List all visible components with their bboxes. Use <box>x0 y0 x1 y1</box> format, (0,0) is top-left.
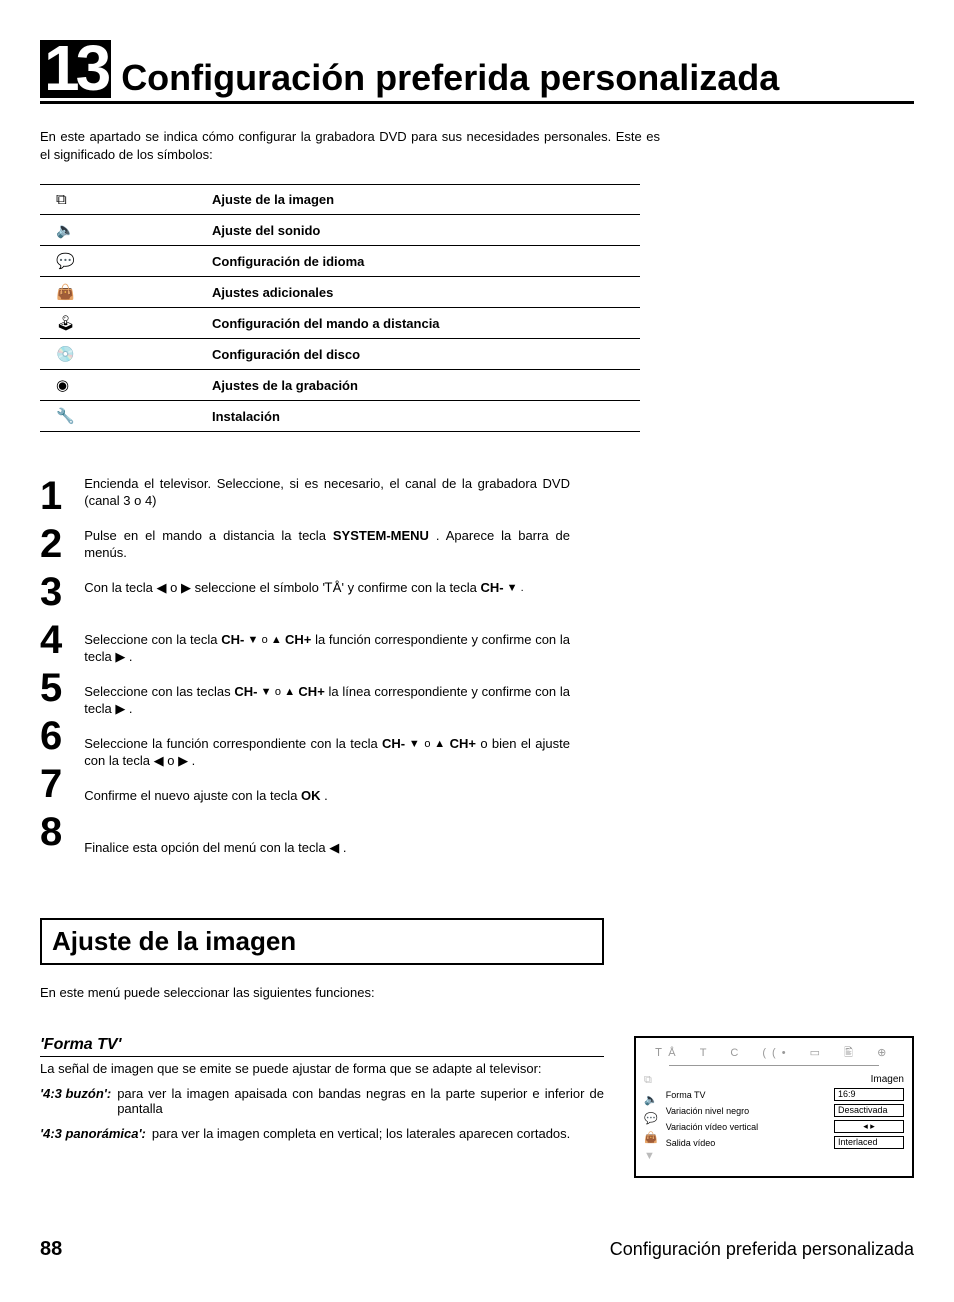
table-row: 🔈 Ajuste del sonido <box>40 215 640 246</box>
definition-row: '4:3 buzón': para ver la imagen apaisada… <box>40 1086 604 1116</box>
osd-side-icons: ⧉ 🔈 💬 👜 ▼ <box>644 1074 658 1162</box>
osd-top-icons: ᎢÅ T C ((• ▭ 🖺 ⊕ <box>644 1044 904 1063</box>
section-title: Ajuste de la imagen <box>40 918 604 965</box>
osd-value: Interlaced <box>834 1136 904 1149</box>
table-row: ◉ Ajustes de la grabación <box>40 370 640 401</box>
step-num: 8 <box>40 808 60 856</box>
step-num: 5 <box>40 664 60 712</box>
step-num: 4 <box>40 616 60 664</box>
step-num: 2 <box>40 520 60 568</box>
symbol-label: Ajustes adicionales <box>204 277 640 308</box>
table-row: 💿 Configuración del disco <box>40 339 640 370</box>
symbol-label: Configuración del disco <box>204 339 640 370</box>
osd-label: Variación nivel negro <box>666 1106 828 1116</box>
page-footer: 88 Configuración preferida personalizada <box>40 1238 914 1261</box>
osd-language-icon: 💬 <box>644 1112 658 1125</box>
chevron-down-icon: ▼ <box>644 1150 658 1162</box>
osd-picture-icon: ⧉ <box>644 1074 658 1087</box>
language-icon: 💬 <box>40 246 204 277</box>
osd-additional-icon: 👜 <box>644 1131 658 1144</box>
step-texts: Encienda el televisor. Seleccione, si es… <box>84 472 570 888</box>
disc-icon: 💿 <box>40 339 204 370</box>
osd-value: 16:9 <box>834 1088 904 1101</box>
chapter-title: Configuración preferida personalizada <box>121 57 779 99</box>
definition-row: '4:3 panorámica': para ver la imagen com… <box>40 1126 604 1141</box>
footer-title: Configuración preferida personalizada <box>610 1239 914 1260</box>
osd-value: ◂ ▸ <box>834 1120 904 1133</box>
osd-label: Forma TV <box>666 1090 828 1100</box>
step-3: Con la tecla ◀ o ▶ seleccione el símbolo… <box>84 576 570 628</box>
osd-divider <box>669 1065 879 1066</box>
symbol-label: Configuración del mando a distancia <box>204 308 640 339</box>
page-number: 88 <box>40 1238 62 1261</box>
table-row: 💬 Configuración de idioma <box>40 246 640 277</box>
osd-value: Desactivada <box>834 1104 904 1117</box>
step-numbers: 1 2 3 4 5 6 7 8 <box>40 472 60 888</box>
osd-label: Salida vídeo <box>666 1138 828 1148</box>
chapter-header: 13 Configuración preferida personalizada <box>40 40 914 104</box>
remote-icon: 🕹 <box>40 308 204 339</box>
step-1: Encienda el televisor. Seleccione, si es… <box>84 472 570 524</box>
chapter-number: 13 <box>40 40 111 98</box>
osd-sound-icon: 🔈 <box>644 1093 658 1106</box>
step-7: Confirme el nuevo ajuste con la tecla OK… <box>84 784 570 836</box>
step-num: 3 <box>40 568 60 616</box>
section-intro: En este menú puede seleccionar las sigui… <box>40 985 914 1000</box>
osd-label: Variación vídeo vertical <box>666 1122 828 1132</box>
install-icon: 🔧 <box>40 401 204 432</box>
intro-text: En este apartado se indica cómo configur… <box>40 128 660 164</box>
table-row: 🔧 Instalación <box>40 401 640 432</box>
step-2: Pulse en el mando a distancia la tecla S… <box>84 524 570 576</box>
picture-icon: ⧉ <box>40 185 204 215</box>
forma-tv-heading: 'Forma TV' <box>40 1036 604 1054</box>
def-term: '4:3 panorámica': <box>40 1126 146 1141</box>
forma-tv-block: 'Forma TV' La señal de imagen que se emi… <box>40 1036 604 1178</box>
table-row: 👜 Ajustes adicionales <box>40 277 640 308</box>
osd-title: Imagen <box>666 1074 904 1085</box>
additional-icon: 👜 <box>40 277 204 308</box>
table-row: ⧉ Ajuste de la imagen <box>40 185 640 215</box>
symbol-label: Instalación <box>204 401 640 432</box>
def-desc: para ver la imagen apaisada con bandas n… <box>117 1086 604 1116</box>
step-4: Seleccione con la tecla CH- ▼ o ▲ CH+ la… <box>84 628 570 680</box>
table-row: 🕹 Configuración del mando a distancia <box>40 308 640 339</box>
step-8: Finalice esta opción del menú con la tec… <box>84 836 570 888</box>
osd-preview: ᎢÅ T C ((• ▭ 🖺 ⊕ ⧉ 🔈 💬 👜 ▼ Imagen Forma … <box>634 1036 914 1178</box>
step-num: 6 <box>40 712 60 760</box>
symbol-label: Configuración de idioma <box>204 246 640 277</box>
forma-tv-desc: La señal de imagen que se emite se puede… <box>40 1056 604 1076</box>
symbol-label: Ajuste del sonido <box>204 215 640 246</box>
record-icon: ◉ <box>40 370 204 401</box>
def-desc: para ver la imagen completa en vertical;… <box>152 1126 570 1141</box>
symbol-label: Ajustes de la grabación <box>204 370 640 401</box>
def-term: '4:3 buzón': <box>40 1086 111 1116</box>
symbol-label: Ajuste de la imagen <box>204 185 640 215</box>
step-num: 1 <box>40 472 60 520</box>
step-6: Seleccione la función correspondiente co… <box>84 732 570 784</box>
steps-block: 1 2 3 4 5 6 7 8 Encienda el televisor. S… <box>40 472 570 888</box>
symbol-table: ⧉ Ajuste de la imagen 🔈 Ajuste del sonid… <box>40 184 640 432</box>
sound-icon: 🔈 <box>40 215 204 246</box>
step-num: 7 <box>40 760 60 808</box>
step-5: Seleccione con las teclas CH- ▼ o ▲ CH+ … <box>84 680 570 732</box>
